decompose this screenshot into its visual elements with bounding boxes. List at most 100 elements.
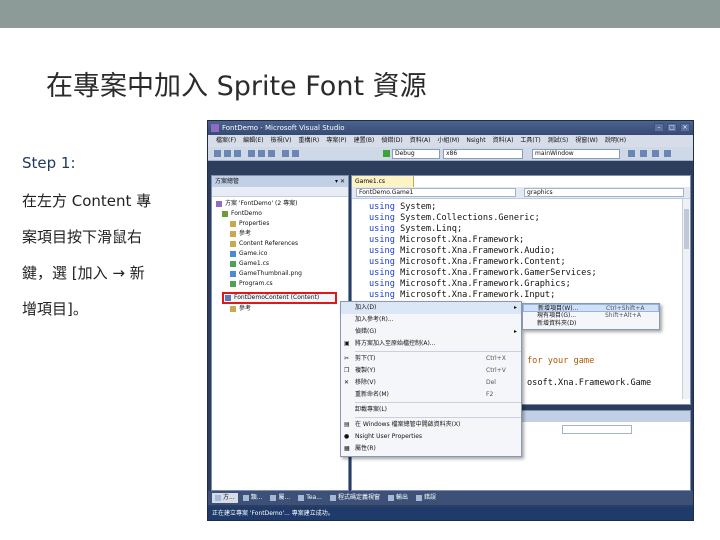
tree-item-label: Game1.cs: [239, 260, 270, 267]
tree-item-icon: [230, 241, 236, 247]
find-combo[interactable]: mainWindow: [532, 149, 620, 159]
menu-item[interactable]: 資料(A): [410, 135, 431, 147]
menu-item[interactable]: 測試(S): [548, 135, 569, 147]
menu-item[interactable]: 工具(T): [520, 135, 540, 147]
tree-item-label: Content References: [239, 240, 299, 247]
tree-item-label: GameThumbnail.png: [239, 270, 302, 277]
submenu-arrow-icon: ▸: [513, 304, 517, 311]
context-menu-item[interactable]: ❐ 複製(Y) Ctrl+V: [341, 365, 521, 377]
tree-item-icon: [230, 221, 236, 227]
context-menu-item[interactable]: 加入參考(R)...: [341, 314, 521, 326]
bottom-tab-label: 輸出: [395, 494, 408, 501]
tree-item[interactable]: Properties: [212, 219, 348, 229]
menu-item[interactable]: 偵錯(D): [381, 135, 402, 147]
editor-tab[interactable]: Game1.cs: [352, 176, 414, 187]
tree-item[interactable]: 方案 'FontDemo' (2 專案): [212, 199, 348, 209]
menu-item[interactable]: 視窗(W): [575, 135, 598, 147]
context-menu-item[interactable]: ▦ 屬性(R): [341, 443, 521, 455]
bottom-tab[interactable]: Tea...: [295, 493, 325, 503]
vs-title-bar: FontDemo - Microsoft Visual Studio – □ ×: [208, 121, 693, 135]
code-line: using Microsoft.Xna.Framework;: [369, 235, 597, 246]
bottom-tab[interactable]: 程式碼定義視窗: [327, 493, 383, 503]
menu-item-icon: ❐: [344, 367, 350, 374]
context-menu-item[interactable]: ✂ 剪下(T) Ctrl+X: [341, 353, 521, 365]
submenu-item[interactable]: 新增項目(W)... Ctrl+Shift+A: [523, 304, 659, 312]
context-menu-item[interactable]: ▣ 將方案加入至原始檔控制(A)...: [341, 338, 521, 350]
code-line: using System;: [369, 202, 597, 213]
toolbox-icon[interactable]: [664, 150, 671, 157]
tree-item[interactable]: Game1.cs: [212, 259, 348, 269]
bottom-tab[interactable]: 類...: [240, 493, 266, 503]
properties-icon[interactable]: [652, 150, 659, 157]
solution-explorer-icon[interactable]: [640, 150, 647, 157]
new-project-icon[interactable]: [214, 150, 221, 157]
context-menu-item[interactable]: 加入(D) ▸: [341, 302, 521, 314]
content-project-icon: [225, 295, 231, 301]
solution-explorer-header: 方案總管 ▾ ✕: [212, 176, 348, 187]
tree-item[interactable]: GameThumbnail.png: [212, 269, 348, 279]
content-project-highlight[interactable]: FontDemoContent (Content): [222, 292, 337, 304]
find-icon[interactable]: [628, 150, 635, 157]
context-menu-item[interactable]: ● Nsight User Properties: [341, 431, 521, 443]
tree-item-icon: [216, 201, 222, 207]
editor-scrollbar[interactable]: [682, 199, 690, 399]
tree-item[interactable]: 參考: [212, 229, 348, 239]
tree-item[interactable]: Game.ico: [212, 249, 348, 259]
menu-item[interactable]: 建置(B): [354, 135, 375, 147]
open-icon[interactable]: [224, 150, 231, 157]
minimize-button[interactable]: –: [654, 123, 664, 132]
instruction-line: 鍵，選 [加入 → 新: [22, 264, 145, 282]
pin-icon[interactable]: ▾ ✕: [335, 176, 345, 187]
code-comment: for your game: [527, 356, 595, 366]
tree-item-label: Game.ico: [239, 250, 268, 257]
bottom-tab[interactable]: 屬...: [267, 493, 293, 503]
properties-input[interactable]: [562, 425, 632, 434]
tree-item[interactable]: Content References: [212, 239, 348, 249]
add-submenu: 新增項目(W)... Ctrl+Shift+A 現有項目(G)... Shift+Al…: [522, 303, 660, 330]
context-menu-item[interactable]: 重新命名(M) F2: [341, 389, 521, 401]
editor-scroll-thumb[interactable]: [684, 209, 689, 249]
close-button[interactable]: ×: [680, 123, 690, 132]
redo-icon[interactable]: [292, 150, 299, 157]
menu-item[interactable]: 重構(R): [298, 135, 319, 147]
menu-item-shortcut: F2: [486, 391, 494, 398]
submenu-item[interactable]: 現有項目(G)... Shift+Alt+A: [523, 312, 659, 320]
code-namespace: Microsoft.Xna.Framework.Content;: [400, 257, 566, 267]
context-menu-item[interactable]: 偵錯(G) ▸: [341, 326, 521, 338]
config-select[interactable]: Debug: [392, 149, 440, 159]
submenu-item[interactable]: 新增資料夾(D): [523, 320, 659, 328]
bottom-tab[interactable]: 方...: [212, 493, 238, 503]
menu-item[interactable]: 檔案(F): [216, 135, 236, 147]
undo-icon[interactable]: [282, 150, 289, 157]
maximize-button[interactable]: □: [667, 123, 677, 132]
context-menu-item[interactable]: ▤ 在 Windows 檔案總管中開啟資料夾(X): [341, 419, 521, 431]
bottom-tab-label: 錯誤: [423, 494, 436, 501]
start-debug-icon[interactable]: [383, 150, 390, 157]
menu-item[interactable]: 檢視(V): [271, 135, 292, 147]
tree-item[interactable]: Program.cs: [212, 279, 348, 289]
tree-item[interactable]: FontDemo: [212, 209, 348, 219]
context-menu-item[interactable]: 卸載專案(L): [341, 404, 521, 416]
cut-icon[interactable]: [248, 150, 255, 157]
tree-item-references[interactable]: 參考: [230, 304, 330, 314]
bottom-tab[interactable]: 錯誤: [413, 493, 439, 503]
menu-item[interactable]: 專案(P): [326, 135, 346, 147]
code-text[interactable]: using System; using System.Collections.Ge…: [369, 202, 597, 301]
menu-item[interactable]: 資料(A): [493, 135, 514, 147]
code-keyword: using: [369, 268, 395, 278]
bottom-tab[interactable]: 輸出: [385, 493, 411, 503]
menu-item[interactable]: Nsight: [466, 135, 485, 147]
menu-item[interactable]: 小組(M): [438, 135, 460, 147]
member-combo[interactable]: graphics: [524, 188, 684, 197]
copy-icon[interactable]: [258, 150, 265, 157]
slide: 在專案中加入 Sprite Font 資源 Step 1: 在左方 Conten…: [0, 0, 720, 540]
menu-item[interactable]: 說明(H): [605, 135, 626, 147]
paste-icon[interactable]: [268, 150, 275, 157]
type-combo[interactable]: FontDemo.Game1: [356, 188, 516, 197]
tab-icon: [242, 495, 249, 501]
menu-item[interactable]: 編輯(E): [243, 135, 263, 147]
save-icon[interactable]: [234, 150, 241, 157]
solution-explorer-toolbar: [212, 187, 348, 197]
context-menu-item[interactable]: ✕ 移除(V) Del: [341, 377, 521, 389]
platform-select[interactable]: x86: [443, 149, 523, 159]
